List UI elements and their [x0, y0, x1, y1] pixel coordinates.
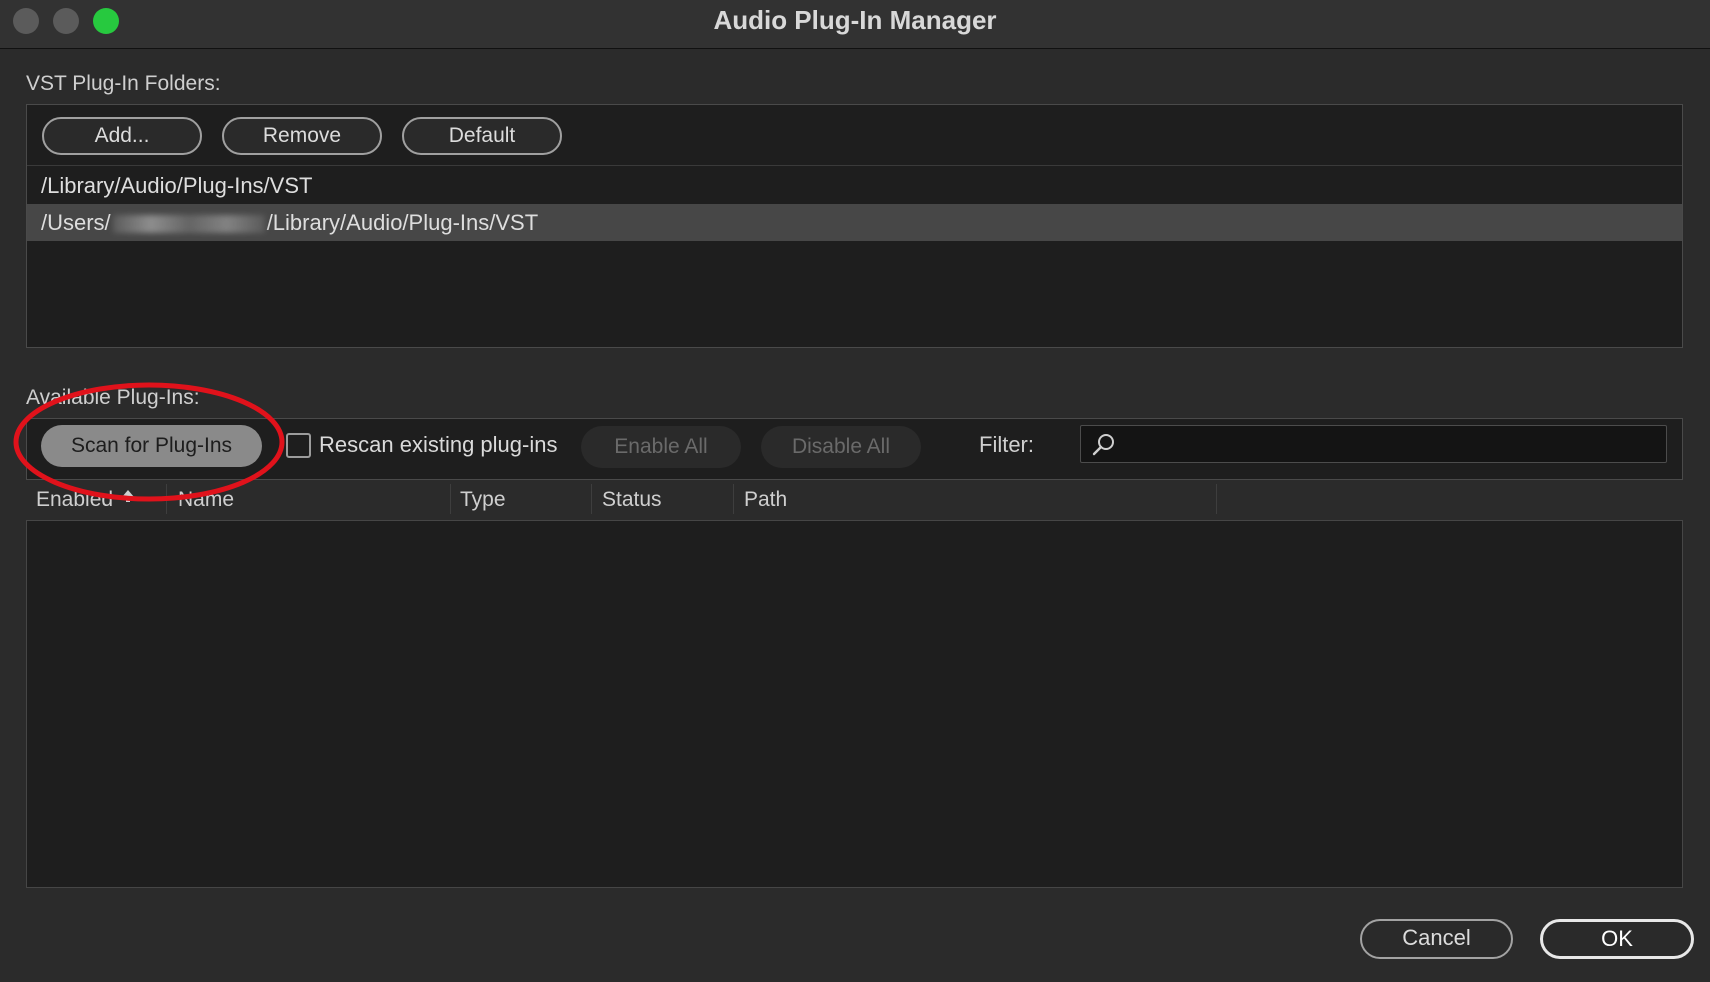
- folder-path-suffix: /Library/Audio/Plug-Ins/VST: [266, 210, 539, 235]
- column-divider[interactable]: [733, 484, 734, 514]
- column-header-status[interactable]: Status: [602, 488, 662, 512]
- default-folders-button[interactable]: Default: [402, 117, 562, 155]
- rescan-checkbox[interactable]: [286, 433, 311, 458]
- column-header-enabled[interactable]: Enabled: [36, 488, 113, 512]
- ok-button[interactable]: OK: [1540, 919, 1694, 959]
- column-divider[interactable]: [1216, 484, 1217, 514]
- vst-folders-toolbar: Add... Remove Default: [27, 105, 1682, 166]
- folder-list-item[interactable]: /Library/Audio/Plug-Ins/VST: [27, 167, 1682, 204]
- vst-folders-label: VST Plug-In Folders:: [26, 72, 221, 95]
- column-divider[interactable]: [591, 484, 592, 514]
- sort-ascending-icon: [122, 490, 134, 502]
- column-header-name[interactable]: Name: [178, 488, 234, 512]
- rescan-checkbox-label[interactable]: Rescan existing plug-ins: [319, 432, 557, 458]
- enable-all-button[interactable]: Enable All: [581, 426, 741, 468]
- disable-all-button[interactable]: Disable All: [761, 426, 921, 468]
- remove-folder-button[interactable]: Remove: [222, 117, 382, 155]
- vst-folders-panel: Add... Remove Default /Library/Audio/Plu…: [26, 104, 1683, 348]
- folder-path: /Library/Audio/Plug-Ins/VST: [41, 173, 313, 198]
- available-plugins-label: Available Plug-Ins:: [26, 386, 200, 409]
- column-header-type[interactable]: Type: [460, 488, 506, 512]
- folder-list-item-selected[interactable]: /Users/ /Library/Audio/Plug-Ins/VST: [27, 204, 1682, 241]
- window-title: Audio Plug-In Manager: [713, 5, 997, 35]
- column-divider[interactable]: [450, 484, 451, 514]
- column-header-path[interactable]: Path: [744, 488, 787, 512]
- filter-label: Filter:: [979, 432, 1034, 457]
- title-bar: Audio Plug-In Manager: [0, 0, 1710, 49]
- redacted-username: [112, 215, 265, 234]
- add-folder-button[interactable]: Add...: [42, 117, 202, 155]
- folder-path-prefix: /Users/: [41, 210, 111, 235]
- search-icon: [1092, 434, 1114, 456]
- filter-input[interactable]: [1080, 425, 1667, 463]
- scan-for-plugins-button[interactable]: Scan for Plug-Ins: [41, 425, 262, 467]
- cancel-button[interactable]: Cancel: [1360, 919, 1513, 959]
- plugins-toolbar: Scan for Plug-Ins Rescan existing plug-i…: [26, 418, 1683, 480]
- plugins-table[interactable]: [26, 520, 1683, 888]
- column-divider[interactable]: [166, 484, 167, 514]
